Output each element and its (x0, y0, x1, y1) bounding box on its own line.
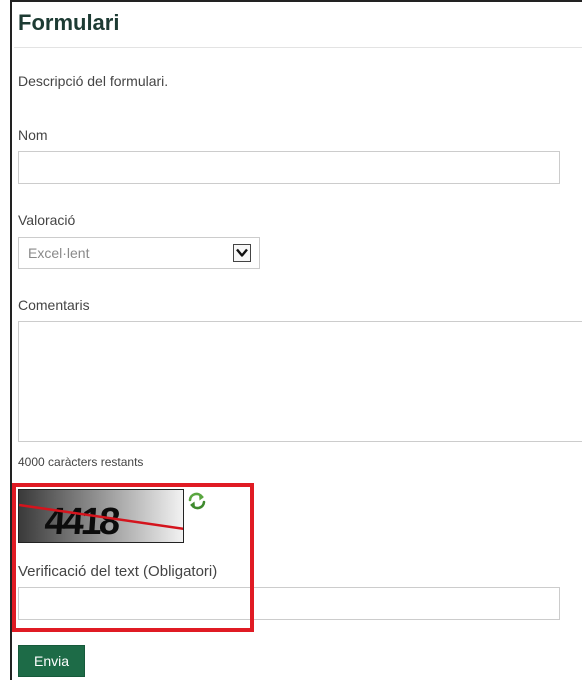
highlight-annotation (12, 483, 254, 632)
comments-textarea[interactable] (18, 321, 582, 442)
name-input[interactable] (18, 151, 560, 184)
rating-label: Valoració (18, 212, 76, 228)
chevron-down-icon[interactable] (233, 244, 251, 262)
submit-button[interactable]: Envia (18, 645, 85, 677)
page-title: Formulari (18, 10, 120, 35)
form-description: Descripció del formulari. (18, 73, 169, 89)
name-label: Nom (18, 127, 48, 143)
rating-select[interactable]: Excel·lent (18, 237, 260, 269)
rating-select-value: Excel·lent (28, 245, 90, 261)
comments-label: Comentaris (18, 297, 90, 313)
title-divider (14, 47, 582, 48)
chars-remaining-counter: 4000 caràcters restants (18, 455, 144, 469)
